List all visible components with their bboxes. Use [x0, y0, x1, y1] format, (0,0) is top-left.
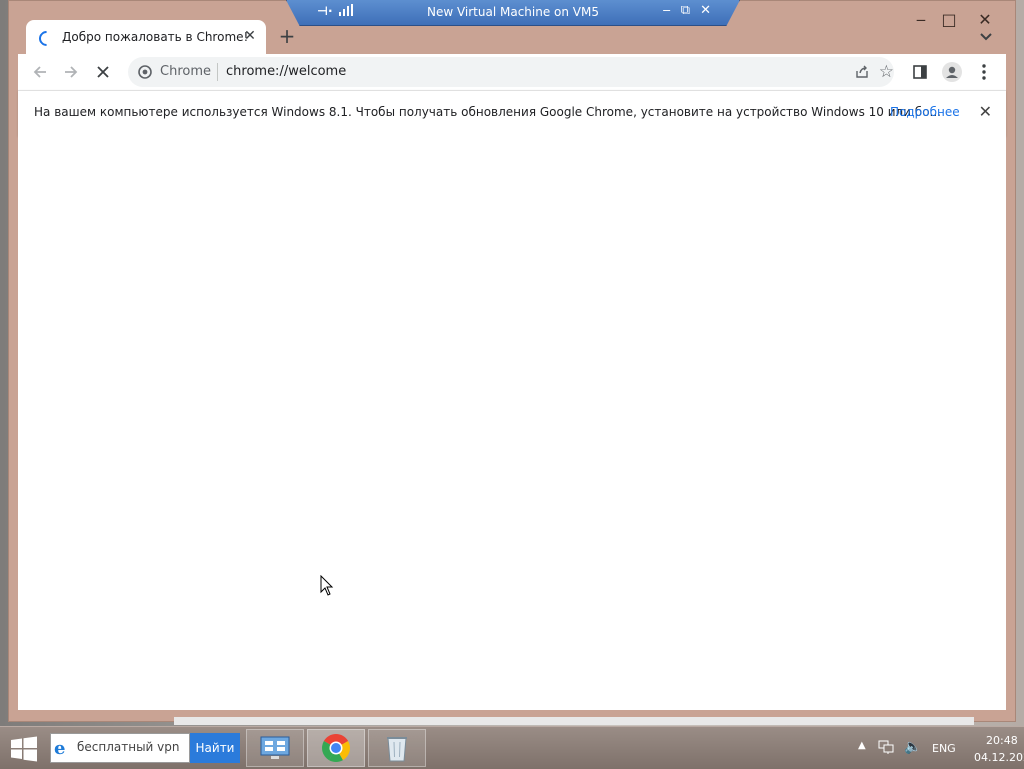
new-tab-button[interactable]: +: [276, 26, 298, 48]
chevron-down-icon[interactable]: [976, 28, 996, 46]
rdp-connection-bar: ⊣· New Virtual Machine on VM5 ‒ ⧉ ✕: [286, 0, 740, 26]
outdated-os-infobar: На вашем компьютере используется Windows…: [18, 90, 1006, 136]
url-text[interactable]: chrome://welcome: [226, 64, 346, 79]
share-icon[interactable]: [854, 64, 870, 80]
windows-start-icon[interactable]: [10, 736, 38, 762]
tab-title: Добро пожаловать в Chrome!: [62, 30, 249, 44]
side-panel-icon: [913, 65, 927, 79]
profile-button[interactable]: [940, 60, 964, 84]
kebab-menu-icon: [982, 64, 986, 80]
rdp-restore-button[interactable]: ⧉: [681, 3, 690, 18]
internet-explorer-icon: e: [54, 738, 66, 759]
address-bar[interactable]: Chrome chrome://welcome ☆: [128, 57, 894, 87]
network-icon[interactable]: [878, 740, 894, 754]
back-arrow-icon: [33, 66, 46, 78]
forward-arrow-icon: [65, 66, 78, 78]
forward-button[interactable]: [59, 60, 83, 84]
server-manager-icon: [260, 736, 290, 759]
system-tray: ▲ 🔈 ENG 20:48 04.12.2022: [824, 727, 1024, 769]
avatar-icon: [942, 62, 962, 82]
taskbar-chrome[interactable]: [307, 729, 365, 767]
recycle-bin-icon: [387, 737, 407, 762]
bookmark-star-icon[interactable]: ☆: [879, 62, 894, 82]
mouse-cursor-icon: [320, 575, 334, 596]
tab-welcome[interactable]: Добро пожаловать в Chrome! ✕: [26, 20, 266, 54]
back-button[interactable]: [28, 60, 52, 84]
taskbar-server-manager[interactable]: [246, 729, 304, 767]
show-hidden-icons-icon[interactable]: ▲: [858, 740, 866, 751]
search-button[interactable]: Найти: [190, 733, 240, 763]
page-content: [18, 135, 1006, 710]
horizontal-scrollbar[interactable]: [174, 717, 974, 725]
taskbar: e бесплатный vpn Найти ▲ 🔈 ENG 20:48 04.…: [0, 726, 1024, 769]
infobar-learn-more-link[interactable]: Подробнее: [890, 105, 960, 119]
stop-icon: [97, 66, 109, 78]
infobar-close-button[interactable]: ✕: [979, 102, 992, 121]
omnibox-separator: [217, 63, 218, 81]
chrome-site-icon: [138, 65, 152, 79]
rdp-close-button[interactable]: ✕: [700, 3, 711, 18]
volume-icon[interactable]: 🔈: [904, 739, 921, 755]
browser-toolbar: Chrome chrome://welcome ☆: [18, 54, 1006, 90]
rdp-minimize-button[interactable]: ‒: [663, 3, 671, 18]
loading-spinner-icon: [35, 27, 58, 50]
taskbar-recycle-bin[interactable]: [368, 729, 426, 767]
search-query: бесплатный vpn: [77, 740, 180, 754]
search-input[interactable]: e бесплатный vpn: [50, 733, 190, 763]
infobar-message: На вашем компьютере используется Windows…: [34, 105, 941, 119]
language-indicator[interactable]: ENG: [932, 742, 956, 755]
clock-time[interactable]: 20:48: [986, 734, 1018, 747]
stop-loading-button[interactable]: [91, 60, 115, 84]
side-panel-button[interactable]: [908, 60, 932, 84]
tab-close-button[interactable]: ✕: [241, 27, 259, 45]
menu-button[interactable]: [972, 60, 996, 84]
clock-date[interactable]: 04.12.2022: [974, 751, 1024, 764]
site-name: Chrome: [160, 64, 211, 79]
chrome-icon: [322, 734, 350, 762]
